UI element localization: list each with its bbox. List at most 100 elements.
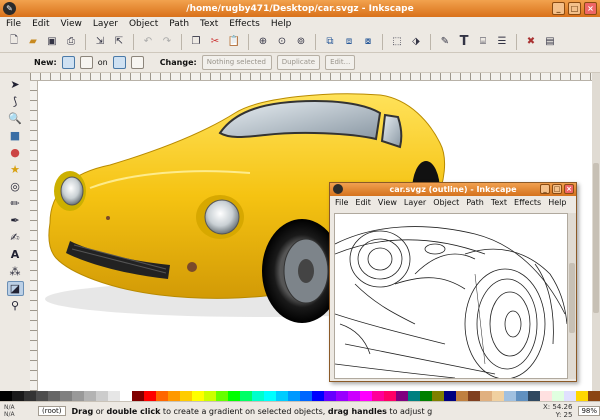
palette-swatch[interactable]	[240, 391, 252, 401]
palette-swatch[interactable]	[180, 391, 192, 401]
palette-swatch[interactable]	[276, 391, 288, 401]
window-titlebar[interactable]: ✎ /home/rugby471/Desktop/car.svgz - Inks…	[0, 0, 600, 17]
palette-swatch[interactable]	[312, 391, 324, 401]
pencil-tool-icon[interactable]: ✏	[7, 196, 24, 211]
save-icon[interactable]: ▣	[44, 34, 60, 50]
zoom-field[interactable]: 98%	[578, 406, 600, 416]
menu-path[interactable]: Path	[466, 198, 484, 207]
palette-swatch[interactable]	[564, 391, 576, 401]
text-font-icon[interactable]: T	[456, 34, 472, 50]
palette-swatch[interactable]	[348, 391, 360, 401]
menu-edit[interactable]: Edit	[355, 198, 371, 207]
menu-text[interactable]: Text	[491, 198, 507, 207]
menu-help[interactable]: Help	[271, 19, 292, 29]
xml-editor-icon[interactable]: ⌸	[475, 34, 491, 50]
outline-vertical-scrollbar[interactable]	[568, 213, 576, 379]
palette-swatch[interactable]	[168, 391, 180, 401]
layer-select[interactable]: (root)	[38, 406, 66, 416]
palette-swatch[interactable]	[324, 391, 336, 401]
menu-object[interactable]: Object	[129, 19, 158, 29]
zoom-tool-icon[interactable]: 🔍	[7, 111, 24, 126]
menu-file[interactable]: File	[335, 198, 348, 207]
outline-window-titlebar[interactable]: car.svgz (outline) - Inkscape _ □ ×	[330, 183, 576, 196]
menu-effects[interactable]: Effects	[229, 19, 260, 29]
palette-swatch[interactable]	[228, 391, 240, 401]
undo-icon[interactable]: ↶	[140, 34, 156, 50]
menu-layer[interactable]: Layer	[93, 19, 118, 29]
palette-swatch[interactable]	[480, 391, 492, 401]
import-icon[interactable]: ⇲	[92, 34, 108, 50]
duplicate-button[interactable]: Duplicate	[276, 55, 321, 70]
unlink-clone-icon[interactable]: ⧇	[360, 34, 376, 50]
gradient-select[interactable]: Nothing selected	[201, 55, 272, 70]
inkscape-app-icon[interactable]: ✎	[3, 2, 16, 15]
spray-tool-icon[interactable]: ⁂	[7, 264, 24, 279]
rectangle-tool-icon[interactable]: ■	[7, 128, 24, 143]
palette-swatch[interactable]	[216, 391, 228, 401]
palette-swatch[interactable]	[420, 391, 432, 401]
pen-tool-icon[interactable]: ✒	[7, 213, 24, 228]
palette-swatch[interactable]	[336, 391, 348, 401]
palette-swatch[interactable]	[456, 391, 468, 401]
canvas-vertical-scrollbar[interactable]	[592, 73, 600, 391]
fill-stroke-indicator[interactable]: N/A N/A	[4, 404, 32, 418]
minimize-icon[interactable]: _	[552, 2, 565, 15]
menu-effects[interactable]: Effects	[514, 198, 541, 207]
palette-swatch[interactable]	[12, 391, 24, 401]
close-icon[interactable]: ×	[584, 2, 597, 15]
palette-swatch[interactable]	[372, 391, 384, 401]
zoom-drawing-icon[interactable]: ⊙	[274, 34, 290, 50]
palette-swatch[interactable]	[432, 391, 444, 401]
palette-swatch[interactable]	[360, 391, 372, 401]
menu-path[interactable]: Path	[169, 19, 189, 29]
palette-swatch[interactable]	[264, 391, 276, 401]
palette-swatch[interactable]	[0, 391, 12, 401]
paste-icon[interactable]: 📋	[226, 34, 242, 50]
palette-swatch[interactable]	[72, 391, 84, 401]
dropper-tool-icon[interactable]: ⚲	[7, 298, 24, 313]
text-tool-icon[interactable]: A	[7, 247, 24, 262]
stroke-target-button[interactable]	[130, 56, 144, 69]
palette-swatch[interactable]	[492, 391, 504, 401]
menu-help[interactable]: Help	[548, 198, 566, 207]
preferences-icon[interactable]: ✖	[523, 34, 539, 50]
menu-text[interactable]: Text	[200, 19, 218, 29]
palette-swatch[interactable]	[408, 391, 420, 401]
document-properties-icon[interactable]: ▤	[542, 34, 558, 50]
zoom-selection-icon[interactable]: ⊕	[255, 34, 271, 50]
palette-swatch[interactable]	[36, 391, 48, 401]
palette-swatch[interactable]	[300, 391, 312, 401]
palette-swatch[interactable]	[204, 391, 216, 401]
palette-swatch[interactable]	[396, 391, 408, 401]
palette-swatch[interactable]	[552, 391, 564, 401]
duplicate-icon[interactable]: ⧉	[322, 34, 338, 50]
fill-stroke-icon[interactable]: ✎	[437, 34, 453, 50]
palette-swatch[interactable]	[384, 391, 396, 401]
palette-swatch[interactable]	[444, 391, 456, 401]
edit-button[interactable]: Edit...	[325, 55, 356, 70]
copy-icon[interactable]: ❐	[188, 34, 204, 50]
ungroup-icon[interactable]: ⬗	[408, 34, 424, 50]
menu-object[interactable]: Object	[433, 198, 459, 207]
palette-swatch[interactable]	[84, 391, 96, 401]
gradient-tool-icon[interactable]: ◪	[6, 281, 24, 296]
selector-tool-icon[interactable]: ➤	[7, 77, 24, 92]
linear-gradient-button[interactable]	[61, 56, 75, 69]
palette-swatch[interactable]	[48, 391, 60, 401]
open-icon[interactable]: ▰	[25, 34, 41, 50]
maximize-icon[interactable]: □	[568, 2, 581, 15]
palette-swatch[interactable]	[252, 391, 264, 401]
radial-gradient-button[interactable]	[79, 56, 93, 69]
palette-swatch[interactable]	[108, 391, 120, 401]
palette-swatch[interactable]	[120, 391, 132, 401]
star-tool-icon[interactable]: ★	[7, 162, 24, 177]
close-icon[interactable]: ×	[564, 184, 574, 194]
palette-swatch[interactable]	[576, 391, 588, 401]
palette-swatch[interactable]	[540, 391, 552, 401]
menu-file[interactable]: File	[6, 19, 21, 29]
menu-layer[interactable]: Layer	[404, 198, 426, 207]
calligraphy-tool-icon[interactable]: ✍	[7, 230, 24, 245]
palette-swatch[interactable]	[468, 391, 480, 401]
inkscape-app-icon[interactable]	[333, 184, 343, 194]
spiral-tool-icon[interactable]: ◎	[7, 179, 24, 194]
